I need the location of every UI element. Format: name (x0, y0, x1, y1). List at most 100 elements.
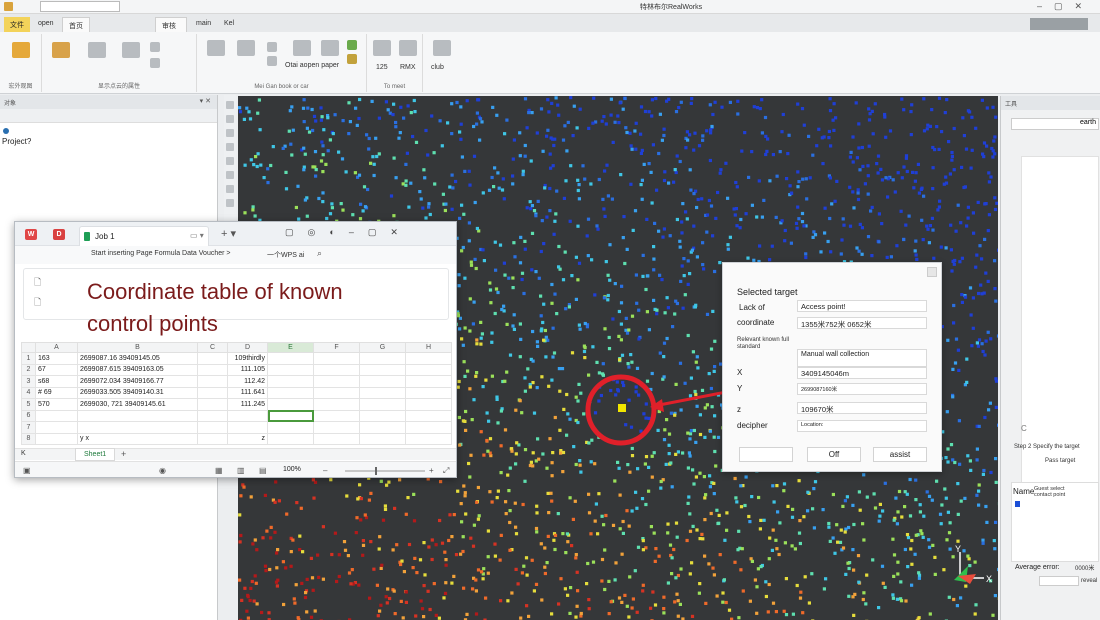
cell-e[interactable] (267, 352, 314, 365)
home-view-icon[interactable] (122, 42, 140, 58)
reveal-field[interactable] (1039, 576, 1079, 586)
table-row[interactable]: 5 570 2699030, 721 39409145.61 111.245 (21, 398, 452, 411)
maximize-icon[interactable]: ▢ (368, 227, 377, 238)
cell-d[interactable]: 111.245 (227, 398, 268, 411)
cloud-icon[interactable]: ◎ (308, 227, 316, 238)
cell-g[interactable] (359, 432, 406, 445)
lack-of-field[interactable]: Access point! (797, 300, 927, 312)
sheet-nav-label[interactable]: K (21, 450, 26, 457)
cell-d[interactable] (227, 409, 268, 422)
cell-d[interactable]: 109thirdly (227, 352, 268, 365)
project-label[interactable]: Project? (2, 137, 31, 146)
paste-icon[interactable]: 🗋 (34, 275, 41, 291)
cell-h[interactable] (405, 375, 452, 388)
cell-e[interactable] (267, 432, 314, 445)
earth-field[interactable]: earth (1011, 118, 1099, 130)
new-tab-icon[interactable]: + ▾ (221, 227, 236, 240)
cell-f[interactable] (313, 386, 360, 399)
row-number[interactable]: 8 (21, 432, 36, 445)
tool-icon[interactable] (226, 157, 234, 165)
cube-icon[interactable] (207, 40, 225, 56)
row-number[interactable]: 4 (21, 386, 36, 399)
cell-c[interactable] (197, 375, 228, 388)
column-header-active[interactable]: E (267, 342, 314, 353)
cell-d[interactable]: 111.641 (227, 386, 268, 399)
page-break-icon[interactable]: ▤ (259, 466, 267, 475)
small-tool-icon[interactable] (267, 42, 277, 52)
cell-g[interactable] (359, 409, 406, 422)
cell-g[interactable] (359, 352, 406, 365)
x-field[interactable]: 3409145046m (797, 367, 927, 379)
window-controls[interactable]: –▢✕ (1037, 1, 1094, 12)
column-header[interactable]: A (35, 342, 78, 353)
tool-icon[interactable] (226, 129, 234, 137)
cell-h[interactable] (405, 432, 452, 445)
zoom-out-icon[interactable]: – (323, 466, 327, 475)
wps-logo-icon[interactable]: W (25, 229, 37, 240)
cell-a[interactable]: # 69 (35, 386, 78, 399)
tab-main[interactable]: main (190, 17, 217, 32)
tab-job1[interactable]: Job 1 ▭ ▾ (79, 226, 209, 246)
table-row[interactable]: 4 # 69 2699033.505 39409140.31 111.641 (21, 386, 452, 399)
tab-close-icon[interactable]: ▭ ▾ (190, 231, 204, 240)
cell-c[interactable] (197, 352, 228, 365)
cell-g[interactable] (359, 421, 406, 434)
off-button[interactable]: Off (807, 447, 861, 462)
table-row[interactable]: 6 (21, 409, 452, 422)
tab-home[interactable]: 首页 (62, 17, 90, 32)
small-tool-icon[interactable] (150, 58, 160, 68)
format-icon[interactable]: 🗋 (34, 295, 41, 311)
cell-a[interactable]: 67 (35, 363, 78, 376)
minimize-icon[interactable]: – (349, 227, 354, 238)
table-row[interactable]: 8 y x z (21, 432, 452, 445)
cell-c[interactable] (197, 363, 228, 376)
cell-e[interactable] (267, 363, 314, 376)
cell-c[interactable] (197, 386, 228, 399)
rmx-icon[interactable] (399, 40, 417, 56)
table-row[interactable]: 3 s68 2699072.034 39409166.77 112.42 (21, 375, 452, 388)
tab-file[interactable]: 文件 (4, 17, 30, 32)
eye-icon[interactable]: ◉ (159, 466, 166, 475)
tool-icon[interactable] (226, 185, 234, 193)
column-header[interactable]: F (313, 342, 360, 353)
quick-access-dropdown[interactable] (40, 1, 120, 12)
table-row[interactable]: 7 (21, 421, 452, 434)
wps-ai-button[interactable]: 一个WPS ai (267, 250, 304, 260)
tool-icon[interactable] (226, 199, 234, 207)
cell-g[interactable] (359, 375, 406, 388)
cell-h[interactable] (405, 363, 452, 376)
manual-wall-collection-select[interactable]: Manual wall collection (797, 349, 927, 367)
add-sheet-icon[interactable]: + (121, 449, 126, 459)
row-number[interactable]: 5 (21, 398, 36, 411)
pdf-icon[interactable]: D (53, 229, 65, 240)
column-header[interactable]: G (359, 342, 406, 353)
grid-icon[interactable] (237, 40, 255, 56)
column-header[interactable]: H (405, 342, 452, 353)
target-point-marker[interactable] (618, 404, 626, 412)
cell-f[interactable] (313, 432, 360, 445)
cell-c[interactable] (197, 421, 228, 434)
tool-icon[interactable] (226, 101, 234, 109)
cell-e[interactable] (267, 398, 314, 411)
column-header[interactable]: D (227, 342, 268, 353)
cell-g[interactable] (359, 386, 406, 399)
blank-button[interactable] (739, 447, 793, 462)
cell-d[interactable] (227, 421, 268, 434)
cell-e[interactable] (267, 386, 314, 399)
cell-c[interactable] (197, 409, 228, 422)
cell-b[interactable]: 2699033.505 39409140.31 (77, 386, 198, 399)
pass-target-button[interactable]: Pass target (1045, 458, 1075, 464)
tool-icon[interactable] (226, 171, 234, 179)
tab-review[interactable]: 审核 (155, 17, 187, 32)
cell-f[interactable] (313, 409, 360, 422)
tab-open[interactable]: open (32, 17, 60, 32)
cell-f[interactable] (313, 398, 360, 411)
cell-b[interactable]: 2699087.16 39409145.05 (77, 352, 198, 365)
cell-g[interactable] (359, 398, 406, 411)
cell-a[interactable]: 163 (35, 352, 78, 365)
close-icon[interactable]: ▾ ✕ (200, 97, 211, 105)
cell-b[interactable] (77, 409, 198, 422)
close-icon[interactable]: ✕ (390, 227, 398, 238)
assist-button[interactable]: assist (873, 447, 927, 462)
corner-cell[interactable] (21, 342, 36, 353)
